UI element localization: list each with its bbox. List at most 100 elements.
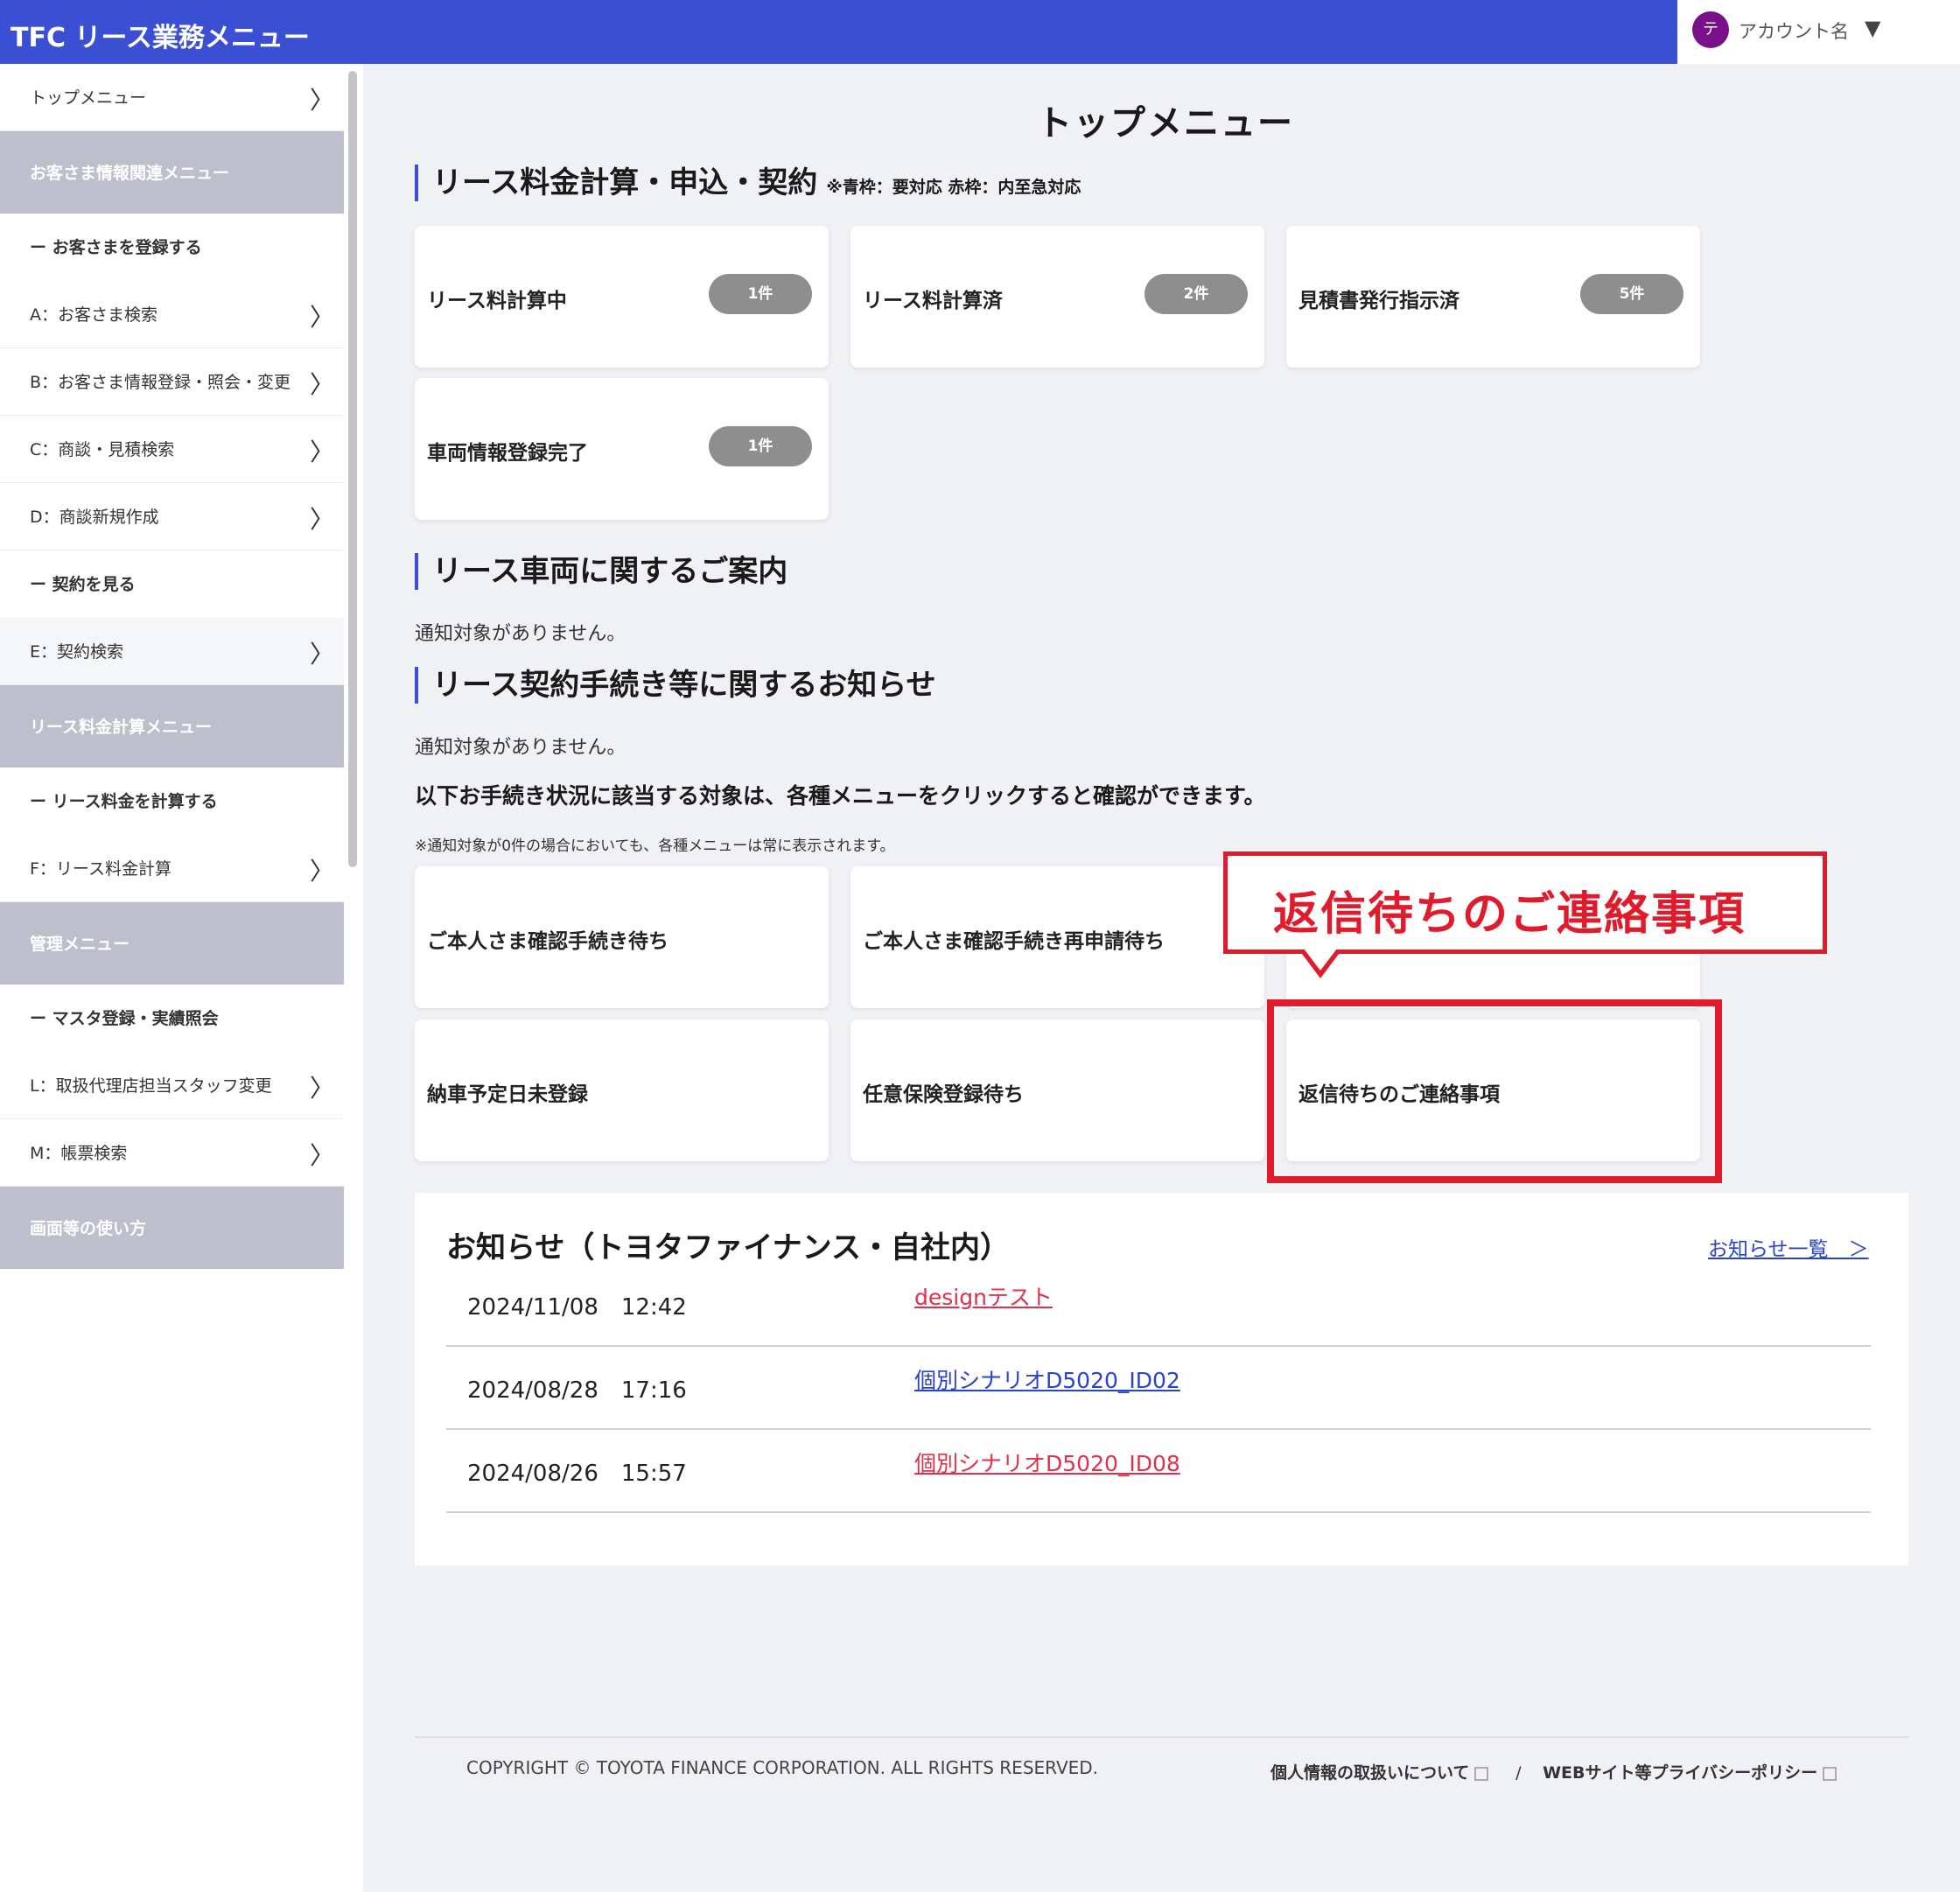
section-title: リース契約手続き等に関するお知らせ	[432, 668, 936, 703]
count-badge: 1件	[709, 274, 812, 314]
card-label: リース料計算済	[863, 290, 1003, 312]
footer-divider	[415, 1736, 1908, 1738]
chevron-right-icon: 〉	[310, 1141, 335, 1170]
sidebar-item-label: D：商談新規作成	[30, 508, 159, 527]
card-lease-calculating[interactable]: リース料計算中 1件	[415, 226, 829, 368]
sidebar-group-label: お客さま情報関連メニュー	[30, 164, 230, 183]
card-label: ご本人さま確認手続き待ち	[427, 930, 668, 953]
section-heading-vehicle: リース車両に関するご案内	[415, 553, 788, 590]
chevron-right-icon: 〉	[310, 640, 335, 669]
section-title: リース料金計算・申込・契約	[432, 165, 818, 200]
sidebar-subheading-label: ー マスタ登録・実績照会	[30, 1009, 219, 1028]
callout-tail-inner	[1304, 949, 1337, 971]
footer-separator: /	[1516, 1763, 1522, 1783]
sidebar-item-label: F：リース料金計算	[30, 859, 172, 879]
news-row: 2024/08/26 15:57 個別シナリオD5020_ID08	[446, 1429, 1871, 1513]
sidebar-item-c[interactable]: C：商談・見積検索 〉	[0, 416, 344, 483]
app-header: TFC リース業務メニュー	[0, 0, 1677, 64]
section-title: リース車両に関するご案内	[432, 554, 788, 589]
callout-text: 返信待ちのご連絡事項	[1273, 888, 1746, 941]
news-link[interactable]: designテスト	[914, 1280, 1053, 1312]
count-badge: 2件	[1144, 274, 1248, 314]
news-list-link[interactable]: お知らせ一覧 ＞	[1708, 1232, 1869, 1262]
account-menu[interactable]: テ アカウント名 ▼	[1677, 0, 1960, 64]
empty-notice-contract: 通知対象がありません。	[415, 737, 626, 759]
sidebar-item-e[interactable]: E：契約検索 〉	[0, 618, 344, 685]
web-policy-link[interactable]: WEBサイト等プライバシーポリシー	[1543, 1763, 1817, 1783]
sidebar-item-label: L：取扱代理店担当スタッフ変更	[30, 1076, 272, 1096]
sidebar-group-customer: お客さま情報関連メニュー	[0, 131, 344, 214]
card-identity-wait[interactable]: ご本人さま確認手続き待ち	[415, 866, 829, 1008]
sidebar-subheading-register: ー お客さまを登録する	[0, 214, 344, 281]
highlight-frame	[1267, 999, 1722, 1183]
sidebar-subheading-label: ー 契約を見る	[30, 575, 136, 594]
chevron-right-icon: 〉	[310, 505, 335, 534]
sidebar-item-top-menu[interactable]: トップメニュー 〉	[0, 64, 344, 131]
count-badge: 5件	[1580, 274, 1684, 314]
callout-box: 返信待ちのご連絡事項	[1223, 851, 1827, 954]
sidebar-scrollbar[interactable]	[348, 71, 357, 867]
sidebar-group-usage[interactable]: 画面等の使い方	[0, 1187, 344, 1269]
chevron-right-icon: 〉	[310, 857, 335, 886]
external-link-icon	[1474, 1766, 1489, 1781]
card-lease-calculated[interactable]: リース料計算済 2件	[850, 226, 1264, 368]
card-label: 車両情報登録完了	[427, 442, 588, 465]
card-identity-reapply-wait[interactable]: ご本人さま確認手続き再申請待ち	[850, 866, 1264, 1008]
news-row: 2024/08/28 17:16 個別シナリオD5020_ID02	[446, 1346, 1871, 1430]
empty-notice-vehicle: 通知対象がありません。	[415, 623, 626, 645]
sidebar-subheading-contract: ー 契約を見る	[0, 550, 344, 618]
card-vehicle-registered[interactable]: 車両情報登録完了 1件	[415, 378, 829, 520]
chevron-right-icon: 〉	[310, 86, 335, 115]
sidebar-subheading-label: ー お客さまを登録する	[30, 238, 202, 257]
count-badge: 1件	[709, 426, 812, 466]
news-date: 2024/11/08 12:42	[467, 1294, 687, 1321]
sidebar-item-label: B：お客さま情報登録・照会・変更	[30, 373, 291, 392]
sidebar-item-label: トップメニュー	[30, 88, 147, 108]
sidebar-item-d[interactable]: D：商談新規作成 〉	[0, 483, 344, 550]
news-link[interactable]: 個別シナリオD5020_ID08	[914, 1447, 1180, 1478]
news-link[interactable]: 個別シナリオD5020_ID02	[914, 1363, 1180, 1395]
sidebar-item-b[interactable]: B：お客さま情報登録・照会・変更 〉	[0, 348, 344, 416]
sidebar-group-label: リース料金計算メニュー	[30, 718, 213, 737]
sidebar-item-f[interactable]: F：リース料金計算 〉	[0, 835, 344, 902]
card-label: 納車予定日未登録	[427, 1083, 588, 1106]
sidebar-subheading-master: ー マスタ登録・実績照会	[0, 985, 344, 1052]
card-label: 任意保険登録待ち	[863, 1083, 1024, 1106]
sidebar-group-label: 管理メニュー	[30, 935, 130, 954]
card-label: 見積書発行指示済	[1298, 290, 1460, 312]
chevron-right-icon: 〉	[310, 370, 335, 399]
page-title: トップメニュー	[1037, 103, 1294, 144]
chevron-right-icon: 〉	[310, 438, 335, 466]
sidebar-item-label: C：商談・見積検索	[30, 440, 175, 459]
card-insurance-wait[interactable]: 任意保険登録待ち	[850, 1020, 1264, 1161]
card-label: ご本人さま確認手続き再申請待ち	[863, 930, 1165, 953]
caret-down-icon[interactable]: ▼	[1865, 16, 1880, 40]
sidebar-group-lease: リース料金計算メニュー	[0, 685, 344, 767]
news-date: 2024/08/28 17:16	[467, 1377, 687, 1404]
account-name[interactable]: アカウント名	[1739, 18, 1849, 44]
news-row: 2024/11/08 12:42 designテスト	[446, 1263, 1871, 1347]
sidebar-subheading-calc: ー リース料金を計算する	[0, 767, 344, 835]
avatar[interactable]: テ	[1692, 11, 1729, 48]
privacy-link[interactable]: 個人情報の取扱いについて	[1270, 1763, 1469, 1783]
sidebar: トップメニュー 〉 お客さま情報関連メニュー ー お客さまを登録する A：お客さ…	[0, 64, 363, 1892]
card-estimate-issued[interactable]: 見積書発行指示済 5件	[1286, 226, 1700, 368]
sidebar-item-m[interactable]: M：帳票検索 〉	[0, 1119, 344, 1187]
news-date: 2024/08/26 15:57	[467, 1461, 687, 1487]
sidebar-subheading-label: ー リース料金を計算する	[30, 792, 218, 811]
sidebar-item-l[interactable]: L：取扱代理店担当スタッフ変更 〉	[0, 1052, 344, 1119]
news-title: お知らせ（トヨタファイナンス・自社内）	[446, 1230, 1010, 1265]
card-delivery-unregistered[interactable]: 納車予定日未登録	[415, 1020, 829, 1161]
sidebar-item-a[interactable]: A：お客さま検索 〉	[0, 281, 344, 348]
sidebar-item-label: E：契約検索	[30, 642, 124, 662]
section-heading-contract-notice: リース契約手続き等に関するお知らせ	[415, 667, 936, 704]
chevron-right-icon: 〉	[310, 303, 335, 332]
section-note: ※青枠：要対応 赤枠：内至急対応	[826, 178, 1082, 197]
chevron-right-icon: 〉	[310, 1074, 335, 1103]
app-title[interactable]: TFC リース業務メニュー	[10, 16, 310, 54]
copyright: COPYRIGHT © TOYOTA FINANCE CORPORATION. …	[466, 1757, 1099, 1778]
sidebar-item-label: M：帳票検索	[30, 1144, 128, 1163]
external-link-icon	[1823, 1766, 1838, 1781]
instruction-text: 以下お手続き状況に該当する対象は、各種メニューをクリックすると確認ができます。	[415, 783, 1266, 809]
section-heading-lease-calc: リース料金計算・申込・契約 ※青枠：要対応 赤枠：内至急対応	[415, 165, 1081, 201]
